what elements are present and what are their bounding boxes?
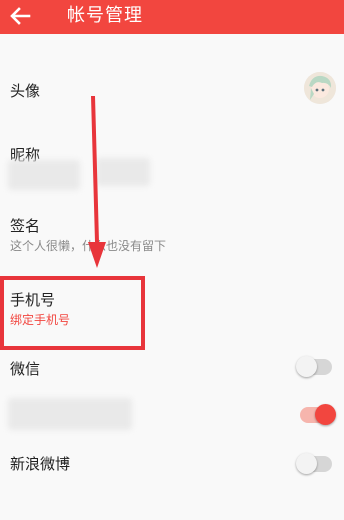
nickname-redacted <box>8 160 80 190</box>
highlight-box <box>0 276 145 350</box>
wechat-label: 微信 <box>10 360 41 378</box>
weibo-toggle[interactable] <box>296 453 332 474</box>
avatar-row[interactable]: 头像 <box>0 70 344 110</box>
signature-value: 这个人很懒，什么也没有留下 <box>10 239 167 253</box>
hidden-account-toggle[interactable] <box>300 404 336 425</box>
wechat-row[interactable]: 微信 <box>0 352 344 388</box>
avatar-label: 头像 <box>10 82 41 100</box>
toggle-knob <box>296 356 317 377</box>
toggle-knob <box>296 453 317 474</box>
weibo-label: 新浪微博 <box>10 455 71 473</box>
page-title: 帐号管理 <box>67 5 143 26</box>
toggle-knob <box>315 404 336 425</box>
wechat-toggle[interactable] <box>296 356 332 377</box>
signature-label: 签名 <box>10 217 41 235</box>
arrow-left-icon[interactable] <box>9 6 31 26</box>
account-redacted <box>8 398 132 430</box>
signature-row[interactable]: 签名 这个人很懒，什么也没有留下 <box>0 210 344 260</box>
weibo-row[interactable]: 新浪微博 <box>0 448 344 484</box>
avatar[interactable] <box>304 72 336 104</box>
app-bar: 帐号管理 <box>0 0 344 34</box>
nickname-redacted-2 <box>96 158 150 186</box>
